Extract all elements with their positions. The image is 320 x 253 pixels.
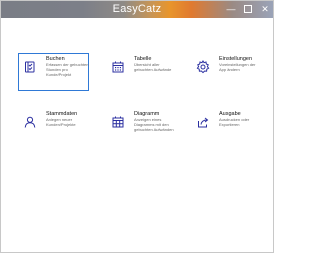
tile-description: Erfassen der gebuchten Stunden pro Kunde…: [46, 62, 89, 77]
tile-description: Voreinstellungen der App ändern: [219, 62, 256, 72]
calendar-table-icon: [112, 61, 124, 73]
tile-description: Anzeigen eines Diagramms mit den gebucht…: [134, 117, 174, 132]
close-button[interactable]: ✕: [257, 1, 273, 17]
tile-tabelle[interactable]: Tabelle Übersicht aller gebuchten Aufwän…: [106, 53, 177, 91]
share-icon: [197, 116, 209, 128]
tile-description: Ausdrucken oder Exportieren: [219, 117, 250, 127]
tile-einstellungen[interactable]: Einstellungen Voreinstellungen der App ä…: [191, 53, 262, 91]
tile-ausgabe[interactable]: Ausgabe Ausdrucken oder Exportieren: [191, 108, 262, 146]
minimize-button[interactable]: —: [223, 1, 239, 17]
tile-stammdaten[interactable]: Stammdaten Anlegen neuer Kunden/Projekte: [18, 108, 89, 146]
tile-description: Übersicht aller gebuchten Aufwände: [134, 62, 172, 72]
app-window: EasyCatz — ✕ Buchen Erfassen der gebucht…: [0, 0, 274, 253]
gear-icon: [196, 60, 210, 74]
maximize-button[interactable]: [240, 1, 256, 17]
calendar-grid-icon: [112, 116, 124, 128]
tile-buchen[interactable]: Buchen Erfassen der gebuchten Stunden pr…: [18, 53, 89, 91]
title-bar[interactable]: EasyCatz — ✕: [1, 1, 273, 18]
book-checklist-icon: [24, 61, 36, 73]
tile-description: Anlegen neuer Kunden/Projekte: [46, 117, 76, 127]
maximize-icon: [244, 4, 252, 13]
person-icon: [24, 116, 36, 128]
tile-diagramm[interactable]: Diagramm Anzeigen eines Diagramms mit de…: [106, 108, 177, 146]
